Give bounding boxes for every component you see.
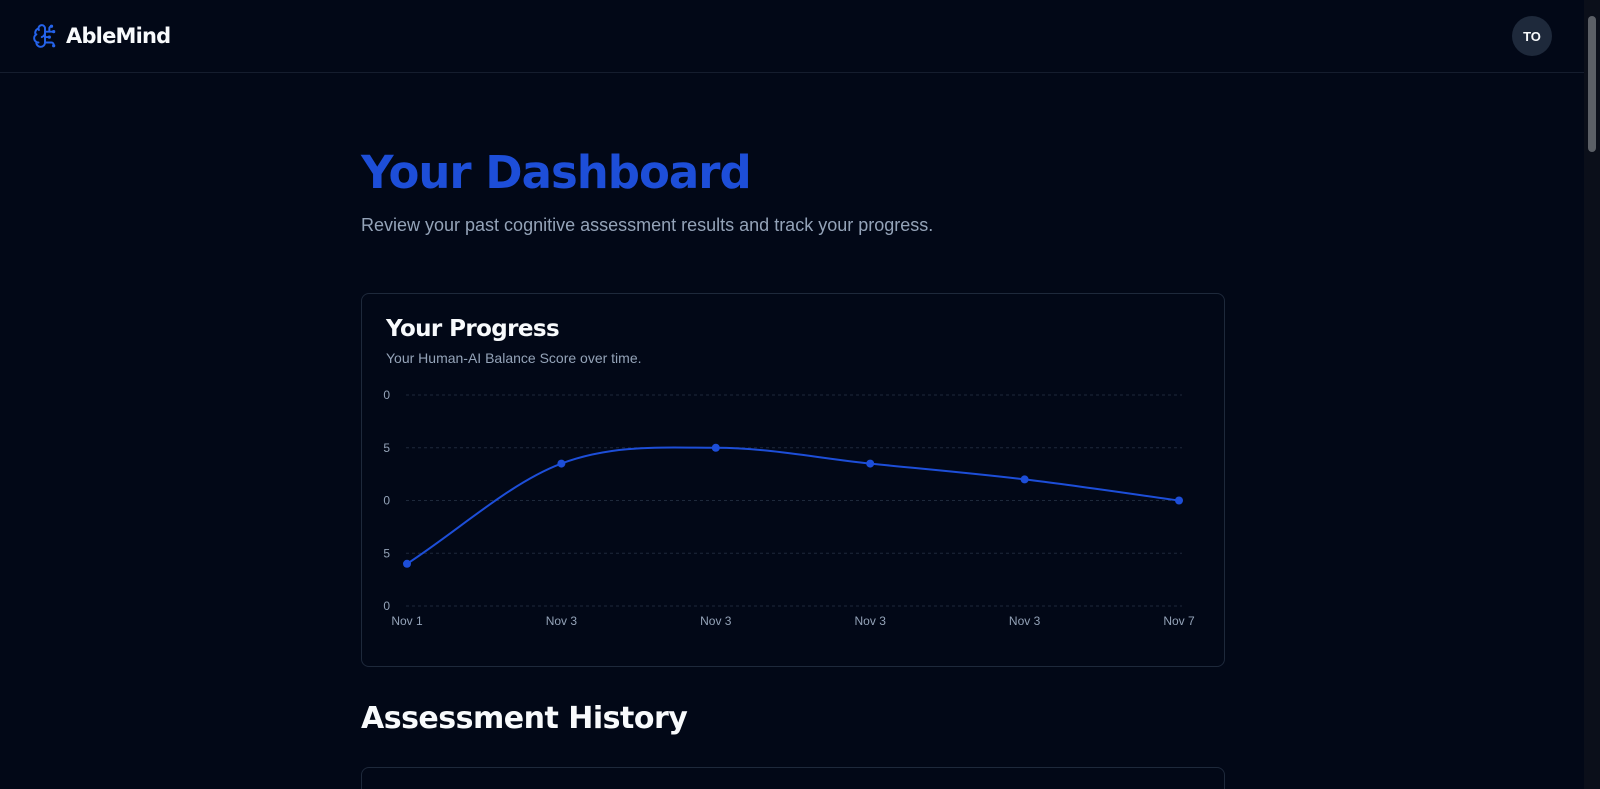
brain-icon — [33, 24, 56, 48]
chart-y-tick-label: 0 — [383, 494, 390, 508]
chart-x-tick-label: Nov 7 — [1163, 614, 1195, 628]
app-window: AbleMind TO Your Dashboard Review your p… — [0, 0, 1600, 789]
scrollbar-thumb[interactable] — [1588, 16, 1596, 152]
chart-x-tick-label: Nov 3 — [700, 614, 732, 628]
assessment-history-card — [361, 767, 1225, 789]
top-nav: AbleMind TO — [0, 0, 1584, 73]
chart-data-point — [711, 443, 720, 452]
chart-data-point — [866, 459, 875, 468]
chart-x-tick-label: Nov 3 — [546, 614, 578, 628]
page-scrollbar[interactable] — [1584, 0, 1600, 789]
chart-data-point — [403, 559, 411, 568]
brand-name: AbleMind — [66, 24, 171, 48]
page-subtitle: Review your past cognitive assessment re… — [361, 215, 934, 235]
chart-x-tick-label: Nov 1 — [391, 614, 423, 628]
chart-x-tick-label: Nov 3 — [855, 614, 887, 628]
page-title: Your Dashboard — [361, 146, 752, 199]
avatar-initials: TO — [1523, 28, 1541, 44]
chart-y-tick-label: 5 — [383, 546, 390, 560]
main-content: Your Dashboard Review your past cognitiv… — [361, 73, 1225, 789]
progress-line-chart: 05050Nov 1 Nov 3 Nov 3 Nov 3 Nov 3 Nov 7 — [383, 388, 1195, 628]
chart-data-point — [557, 459, 566, 468]
chart-data-point — [1020, 475, 1029, 484]
brand-link[interactable]: AbleMind — [32, 23, 171, 49]
chart-y-tick-label: 0 — [383, 388, 390, 402]
user-avatar-button[interactable]: TO — [1512, 16, 1552, 56]
chart-series-line — [406, 446, 1180, 565]
assessment-history-title: Assessment History — [361, 701, 688, 736]
chart-x-tick-label: Nov 3 — [1009, 614, 1041, 628]
progress-card: Your Progress Your Human-AI Balance Scor… — [361, 293, 1225, 667]
chart-y-tick-label: 5 — [383, 441, 390, 455]
chart-data-point — [1175, 496, 1183, 505]
chart-y-tick-label: 0 — [383, 599, 390, 613]
